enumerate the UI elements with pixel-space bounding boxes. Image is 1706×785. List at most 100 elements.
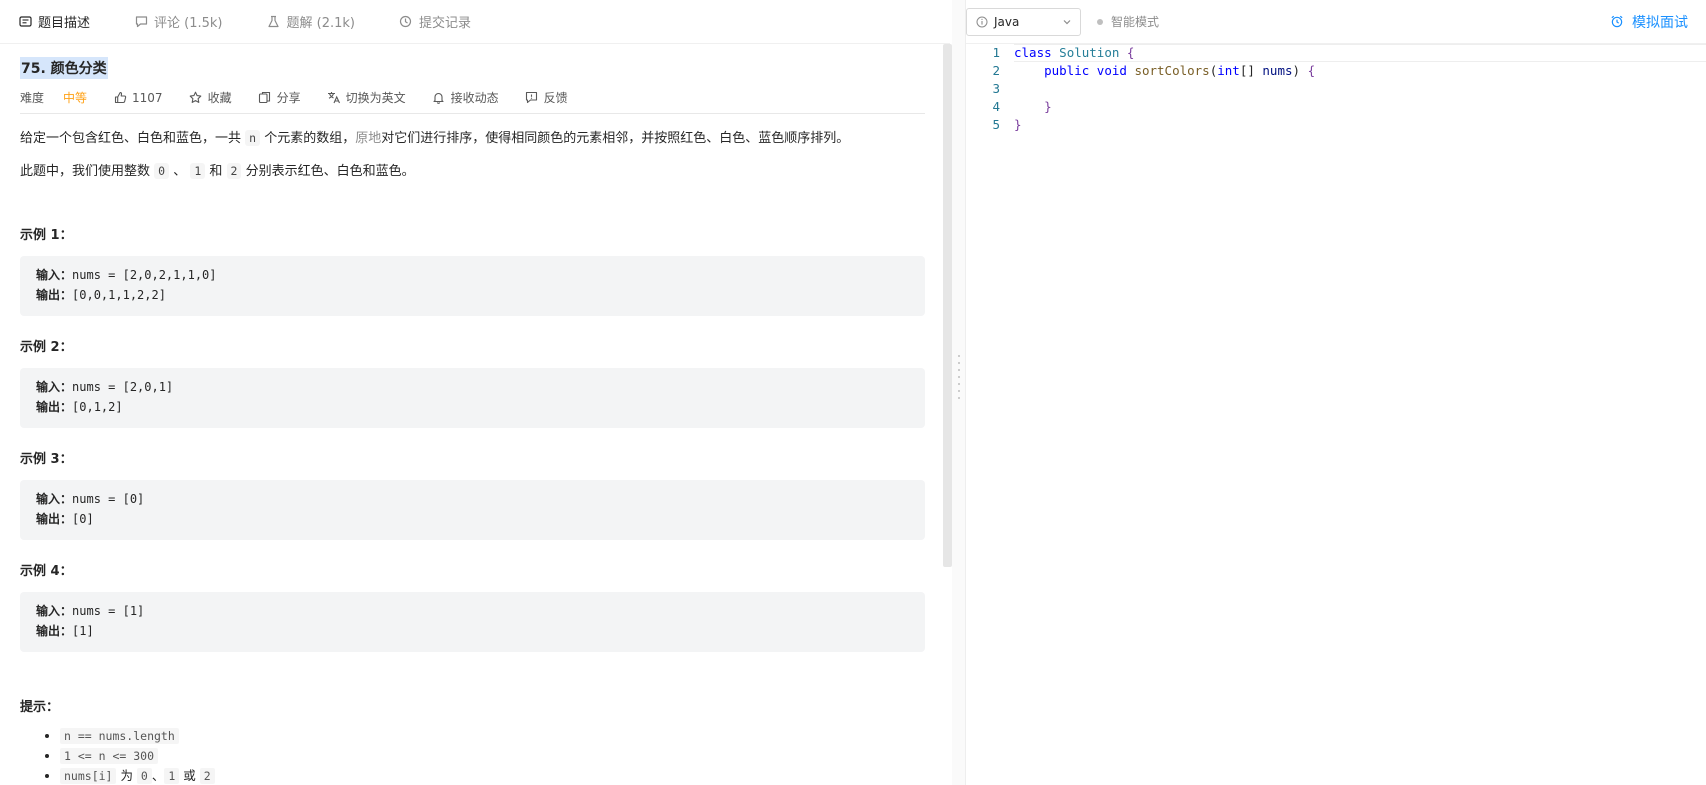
status-dot-icon [1097, 18, 1103, 25]
line-number: 5 [992, 117, 1000, 132]
description-icon [18, 15, 32, 29]
input-label: 输入： [36, 380, 73, 394]
drag-handle-icon [957, 355, 961, 399]
example-output: [1] [72, 624, 94, 638]
translate-icon [327, 91, 341, 105]
editor-toolbar: Java 智能模式 模拟面试 [966, 0, 1706, 44]
example-title: 示例 1： [20, 228, 73, 243]
switch-language-label: 切换为英文 [345, 91, 406, 105]
problem-meta-bar: 难度 中等 1107 收藏 分享 切换为英文 接收动态 反馈 [20, 86, 925, 114]
subscribe-button[interactable]: 接收动态 [432, 89, 499, 106]
tab-label: 评论 (1.5k) [154, 16, 223, 31]
share-icon [258, 91, 272, 105]
list-item: n == nums.length [60, 726, 925, 746]
example-block: 输入：nums = [0] 输出：[0] [20, 480, 925, 540]
mock-interview-button[interactable]: 模拟面试 [1610, 12, 1688, 32]
switch-language-button[interactable]: 切换为英文 [327, 89, 406, 106]
tab-label: 提交记录 [418, 16, 471, 31]
description-text: 分别表示红色、白色和蓝色。 [241, 164, 415, 179]
code-text: public void sortColors(int[] nums) { [1044, 63, 1316, 78]
share-label: 分享 [276, 91, 301, 105]
subscribe-label: 接收动态 [450, 91, 499, 105]
tab-label: 题目描述 [38, 16, 91, 31]
example-title: 示例 2： [20, 340, 73, 355]
tab-comments[interactable]: 评论 (1.5k) [134, 0, 223, 44]
list-item: 1 <= n <= 300 [60, 746, 925, 766]
input-label: 输入： [36, 492, 73, 506]
inline-code: n == nums.length [60, 728, 179, 744]
info-icon [975, 15, 989, 29]
inline-code: 2 [199, 768, 215, 784]
hint-text: 为 [116, 768, 137, 783]
language-select[interactable]: Java [966, 7, 1081, 36]
input-label: 输入： [36, 268, 73, 282]
language-value: Java [994, 14, 1020, 29]
example-input: nums = [1] [72, 604, 145, 618]
thumbs-up-icon [113, 91, 127, 105]
problem-description: 给定一个包含红色、白色和蓝色，一共 n 个元素的数组，原地对它们进行排序，使得相… [20, 128, 925, 149]
output-label: 输出： [36, 512, 73, 526]
smart-mode-toggle[interactable]: 智能模式 [1097, 13, 1159, 30]
tab-submissions[interactable]: 提交记录 [399, 0, 471, 44]
example-block: 输入：nums = [1] 输出：[1] [20, 592, 925, 652]
code-line: 3 [966, 80, 1706, 98]
inline-code: 1 <= n <= 300 [60, 748, 159, 764]
example-output: [0,1,2] [72, 400, 123, 414]
inline-code: 2 [226, 163, 242, 179]
tab-solutions[interactable]: 题解 (2.1k) [267, 0, 355, 44]
smart-mode-label: 智能模式 [1111, 15, 1160, 29]
description-text: 对它们进行排序，使得相同颜色的元素相邻，并按照红色、白色、蓝色顺序排列。 [381, 131, 850, 146]
line-number: 4 [992, 99, 1000, 114]
code-editor[interactable]: 1 class Solution { 2 public void sortCol… [966, 44, 1706, 785]
example-output: [0] [72, 512, 94, 526]
favorite-label: 收藏 [207, 91, 232, 105]
problem-tabs: 题目描述 评论 (1.5k) 题解 (2.1k) 提交记录 [0, 0, 950, 44]
pane-splitter[interactable] [952, 0, 966, 785]
chevron-down-icon [1062, 17, 1072, 27]
example-output: [0,0,1,1,2,2] [72, 288, 166, 302]
code-text: } [1044, 99, 1052, 114]
tab-description[interactable]: 题目描述 [18, 0, 90, 44]
example-title: 示例 3： [20, 452, 73, 467]
difficulty: 难度 中等 [20, 89, 87, 106]
difficulty-label: 难度 [20, 91, 45, 105]
example-block: 输入：nums = [2,0,1] 输出：[0,1,2] [20, 368, 925, 428]
line-number: 3 [992, 81, 1000, 96]
description-scrollbar[interactable] [943, 44, 952, 567]
hints-list: n == nums.length 1 <= n <= 300 nums[i] 为… [60, 726, 925, 785]
inline-code: 0 [136, 768, 152, 784]
favorite-button[interactable]: 收藏 [189, 89, 232, 106]
bell-icon [432, 91, 446, 105]
comment-icon [134, 15, 148, 29]
difficulty-badge: 中等 [63, 91, 88, 105]
mock-interview-label: 模拟面试 [1632, 14, 1688, 31]
clock-icon [399, 15, 413, 29]
description-text: 、 [169, 164, 191, 179]
feedback-button[interactable]: 反馈 [525, 89, 568, 106]
output-label: 输出： [36, 624, 73, 638]
feedback-label: 反馈 [543, 91, 568, 105]
inline-code: 1 [164, 768, 180, 784]
inline-code: n [245, 130, 261, 146]
code-line: 2 public void sortColors(int[] nums) { [966, 62, 1706, 80]
hint-text: 或 [179, 768, 200, 783]
example-input: nums = [2,0,1] [72, 380, 174, 394]
hints-title: 提示： [20, 700, 60, 715]
example-input: nums = [0] [72, 492, 145, 506]
description-text: 个元素的数组， [260, 131, 356, 146]
flask-icon [267, 15, 281, 29]
hint-text: 、 [151, 768, 165, 783]
output-label: 输出： [36, 288, 73, 302]
description-text: 此题中，我们使用整数 [20, 164, 155, 179]
problem-title: 75. 颜色分类 [20, 57, 108, 79]
code-text: class Solution { [1014, 45, 1135, 60]
share-button[interactable]: 分享 [258, 89, 301, 106]
inline-code: 1 [190, 163, 206, 179]
example-block: 输入：nums = [2,0,2,1,1,0] 输出：[0,0,1,1,2,2] [20, 256, 925, 316]
line-number: 2 [992, 63, 1000, 78]
tab-label: 题解 (2.1k) [286, 16, 355, 31]
list-item: nums[i] 为 0、1 或 2 [60, 766, 925, 785]
line-number: 1 [992, 45, 1000, 60]
in-place-link[interactable]: 原地 [355, 131, 381, 146]
like-button[interactable]: 1107 [113, 91, 163, 105]
